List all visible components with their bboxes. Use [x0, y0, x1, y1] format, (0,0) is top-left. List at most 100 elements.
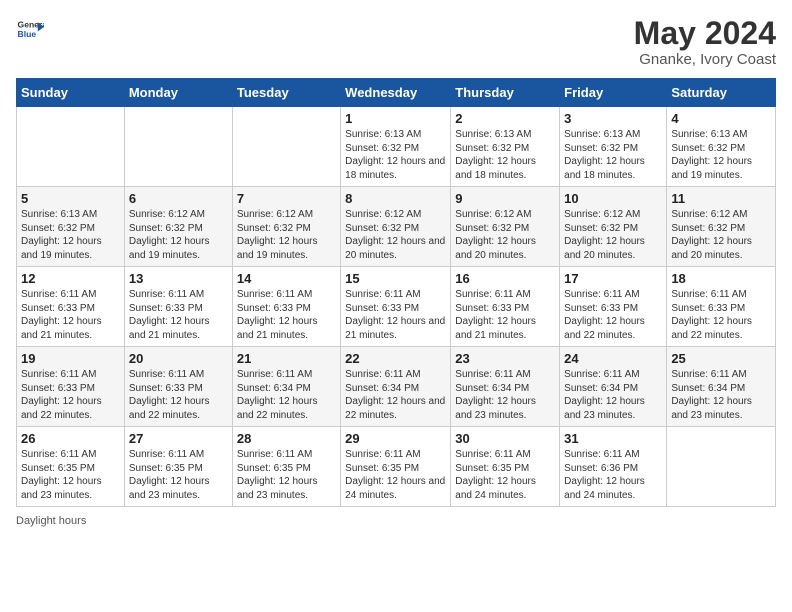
day-number: 11 — [671, 191, 771, 206]
day-info: Sunrise: 6:11 AM Sunset: 6:35 PM Dayligh… — [21, 448, 120, 502]
day-info: Sunrise: 6:11 AM Sunset: 6:33 PM Dayligh… — [455, 288, 555, 342]
month-year: May 2024 — [634, 16, 776, 51]
day-info: Sunrise: 6:11 AM Sunset: 6:33 PM Dayligh… — [21, 288, 120, 342]
day-info: Sunrise: 6:11 AM Sunset: 6:34 PM Dayligh… — [345, 368, 446, 422]
day-number: 15 — [345, 271, 446, 286]
calendar-cell: 1 Sunrise: 6:13 AM Sunset: 6:32 PM Daylig… — [341, 107, 451, 187]
day-number: 21 — [237, 351, 336, 366]
day-number: 28 — [237, 431, 336, 446]
weekday-header: Monday — [124, 79, 232, 107]
day-number: 29 — [345, 431, 446, 446]
calendar-cell: 28 Sunrise: 6:11 AM Sunset: 6:35 PM Dayli… — [232, 427, 340, 507]
calendar-cell: 13Sunrise: 6:11 AM Sunset: 6:33 PM Dayli… — [124, 267, 232, 347]
day-number: 26 — [21, 431, 120, 446]
day-info: Sunrise: 6:11 AM Sunset: 6:34 PM Dayligh… — [455, 368, 555, 422]
day-number: 6 — [129, 191, 228, 206]
calendar-cell: 6Sunrise: 6:12 AM Sunset: 6:32 PM Daylig… — [124, 187, 232, 267]
calendar-cell: 26 Sunrise: 6:11 AM Sunset: 6:35 PM Dayli… — [17, 427, 125, 507]
calendar-cell: 22 Sunrise: 6:11 AM Sunset: 6:34 PM Dayli… — [341, 347, 451, 427]
page: General Blue May 2024 Gnanke, Ivory Coas… — [0, 0, 792, 612]
calendar-header-row: SundayMondayTuesdayWednesdayThursdayFrid… — [17, 79, 776, 107]
logo-icon: General Blue — [16, 16, 44, 44]
calendar-table: SundayMondayTuesdayWednesdayThursdayFrid… — [16, 78, 776, 507]
title-block: May 2024 Gnanke, Ivory Coast — [634, 16, 776, 68]
day-number: 4 — [671, 111, 771, 126]
day-number: 17 — [564, 271, 662, 286]
day-number: 8 — [345, 191, 446, 206]
day-number: 30 — [455, 431, 555, 446]
weekday-header: Saturday — [667, 79, 776, 107]
calendar-cell: 18 Sunrise: 6:11 AM Sunset: 6:33 PM Dayli… — [667, 267, 776, 347]
calendar-cell: 7 Sunrise: 6:12 AM Sunset: 6:32 PM Daylig… — [232, 187, 340, 267]
day-info: Sunrise: 6:12 AM Sunset: 6:32 PM Dayligh… — [237, 208, 336, 262]
weekday-header: Wednesday — [341, 79, 451, 107]
day-number: 20 — [129, 351, 228, 366]
day-number: 27 — [129, 431, 228, 446]
calendar-cell — [232, 107, 340, 187]
calendar-cell: 27 Sunrise: 6:11 AM Sunset: 6:35 PM Dayli… — [124, 427, 232, 507]
calendar-cell: 24Sunrise: 6:11 AM Sunset: 6:34 PM Dayli… — [560, 347, 667, 427]
day-info: Sunrise: 6:13 AM Sunset: 6:32 PM Dayligh… — [455, 128, 555, 182]
svg-text:Blue: Blue — [18, 29, 37, 39]
day-info: Sunrise: 6:11 AM Sunset: 6:33 PM Dayligh… — [129, 288, 228, 342]
calendar-cell: 29 Sunrise: 6:11 AM Sunset: 6:35 PM Dayli… — [341, 427, 451, 507]
calendar-week-row: 26 Sunrise: 6:11 AM Sunset: 6:35 PM Dayli… — [17, 427, 776, 507]
daylight-label: Daylight hours — [16, 515, 86, 527]
footer: Daylight hours — [16, 515, 776, 527]
day-number: 3 — [564, 111, 662, 126]
day-info: Sunrise: 6:13 AM Sunset: 6:32 PM Dayligh… — [21, 208, 120, 262]
calendar-cell: 31Sunrise: 6:11 AM Sunset: 6:36 PM Dayli… — [560, 427, 667, 507]
calendar-cell: 9Sunrise: 6:12 AM Sunset: 6:32 PM Daylig… — [451, 187, 560, 267]
weekday-header: Thursday — [451, 79, 560, 107]
calendar-cell: 4 Sunrise: 6:13 AM Sunset: 6:32 PM Daylig… — [667, 107, 776, 187]
calendar-cell: 8 Sunrise: 6:12 AM Sunset: 6:32 PM Daylig… — [341, 187, 451, 267]
day-number: 25 — [671, 351, 771, 366]
day-number: 16 — [455, 271, 555, 286]
day-info: Sunrise: 6:11 AM Sunset: 6:33 PM Dayligh… — [345, 288, 446, 342]
calendar-cell: 25 Sunrise: 6:11 AM Sunset: 6:34 PM Dayli… — [667, 347, 776, 427]
day-info: Sunrise: 6:12 AM Sunset: 6:32 PM Dayligh… — [345, 208, 446, 262]
day-number: 10 — [564, 191, 662, 206]
calendar-cell: 21 Sunrise: 6:11 AM Sunset: 6:34 PM Dayli… — [232, 347, 340, 427]
day-info: Sunrise: 6:11 AM Sunset: 6:34 PM Dayligh… — [671, 368, 771, 422]
weekday-header: Tuesday — [232, 79, 340, 107]
calendar-cell: 2Sunrise: 6:13 AM Sunset: 6:32 PM Daylig… — [451, 107, 560, 187]
calendar-cell: 12 Sunrise: 6:11 AM Sunset: 6:33 PM Dayli… — [17, 267, 125, 347]
calendar-cell — [124, 107, 232, 187]
day-info: Sunrise: 6:11 AM Sunset: 6:35 PM Dayligh… — [237, 448, 336, 502]
day-number: 7 — [237, 191, 336, 206]
calendar-week-row: 12 Sunrise: 6:11 AM Sunset: 6:33 PM Dayli… — [17, 267, 776, 347]
day-number: 1 — [345, 111, 446, 126]
calendar-cell: 23Sunrise: 6:11 AM Sunset: 6:34 PM Dayli… — [451, 347, 560, 427]
calendar-week-row: 19 Sunrise: 6:11 AM Sunset: 6:33 PM Dayli… — [17, 347, 776, 427]
calendar-cell: 30 Sunrise: 6:11 AM Sunset: 6:35 PM Dayli… — [451, 427, 560, 507]
day-info: Sunrise: 6:11 AM Sunset: 6:33 PM Dayligh… — [564, 288, 662, 342]
day-info: Sunrise: 6:13 AM Sunset: 6:32 PM Dayligh… — [671, 128, 771, 182]
day-info: Sunrise: 6:13 AM Sunset: 6:32 PM Dayligh… — [345, 128, 446, 182]
day-number: 18 — [671, 271, 771, 286]
calendar-week-row: 5Sunrise: 6:13 AM Sunset: 6:32 PM Daylig… — [17, 187, 776, 267]
day-info: Sunrise: 6:11 AM Sunset: 6:36 PM Dayligh… — [564, 448, 662, 502]
calendar-cell: 5Sunrise: 6:13 AM Sunset: 6:32 PM Daylig… — [17, 187, 125, 267]
day-number: 12 — [21, 271, 120, 286]
day-info: Sunrise: 6:11 AM Sunset: 6:33 PM Dayligh… — [671, 288, 771, 342]
day-number: 9 — [455, 191, 555, 206]
day-number: 14 — [237, 271, 336, 286]
day-info: Sunrise: 6:11 AM Sunset: 6:35 PM Dayligh… — [129, 448, 228, 502]
calendar-cell: 3Sunrise: 6:13 AM Sunset: 6:32 PM Daylig… — [560, 107, 667, 187]
weekday-header: Friday — [560, 79, 667, 107]
day-number: 24 — [564, 351, 662, 366]
header: General Blue May 2024 Gnanke, Ivory Coas… — [16, 16, 776, 68]
calendar-cell: 20Sunrise: 6:11 AM Sunset: 6:33 PM Dayli… — [124, 347, 232, 427]
calendar-cell: 14Sunrise: 6:11 AM Sunset: 6:33 PM Dayli… — [232, 267, 340, 347]
day-number: 19 — [21, 351, 120, 366]
day-info: Sunrise: 6:11 AM Sunset: 6:35 PM Dayligh… — [345, 448, 446, 502]
calendar-week-row: 1 Sunrise: 6:13 AM Sunset: 6:32 PM Daylig… — [17, 107, 776, 187]
calendar-cell: 11Sunrise: 6:12 AM Sunset: 6:32 PM Dayli… — [667, 187, 776, 267]
calendar-cell: 15 Sunrise: 6:11 AM Sunset: 6:33 PM Dayli… — [341, 267, 451, 347]
day-info: Sunrise: 6:11 AM Sunset: 6:33 PM Dayligh… — [21, 368, 120, 422]
day-number: 22 — [345, 351, 446, 366]
day-info: Sunrise: 6:11 AM Sunset: 6:35 PM Dayligh… — [455, 448, 555, 502]
day-info: Sunrise: 6:11 AM Sunset: 6:34 PM Dayligh… — [237, 368, 336, 422]
weekday-header: Sunday — [17, 79, 125, 107]
